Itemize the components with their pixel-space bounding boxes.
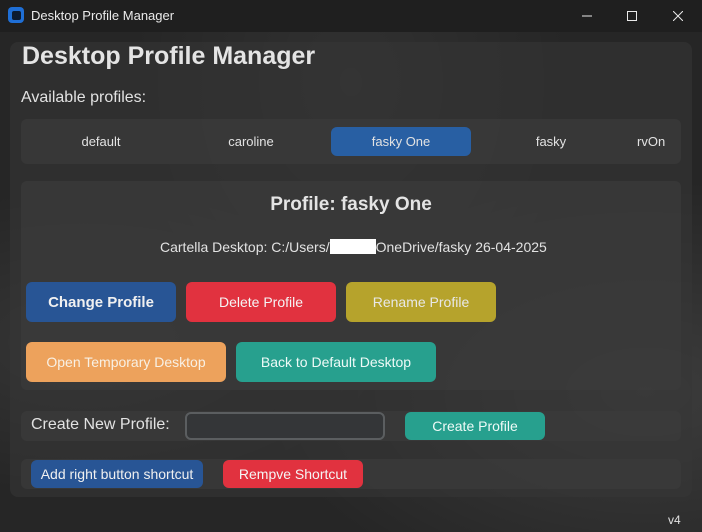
tab-label: fasky One bbox=[371, 134, 431, 149]
delete-profile-button[interactable]: Delete Profile bbox=[186, 282, 336, 322]
profile-heading: Profile: fasky One bbox=[270, 194, 432, 215]
tab-profile-default[interactable]: default bbox=[31, 127, 171, 156]
back-to-default-desktop-button[interactable]: Back to Default Desktop bbox=[236, 342, 436, 382]
tab-label: default bbox=[81, 134, 121, 149]
rename-profile-button[interactable]: Rename Profile bbox=[346, 282, 496, 322]
page-title: Desktop Profile Manager bbox=[22, 42, 316, 70]
create-profile-button[interactable]: Create Profile bbox=[405, 412, 545, 440]
desktop-path-prefix: Cartella Desktop: C:/Users/ bbox=[160, 239, 330, 255]
minimize-button[interactable] bbox=[564, 0, 610, 32]
version-label: v4 bbox=[668, 513, 681, 527]
remove-shortcut-button[interactable]: Rempve Shortcut bbox=[223, 460, 363, 488]
minimize-icon bbox=[582, 15, 592, 17]
desktop-path-suffix: OneDrive/fasky 26-04-2025 bbox=[375, 239, 547, 255]
tab-profile-fasky[interactable]: fasky bbox=[481, 127, 621, 156]
tab-profile-fasky-one[interactable]: fasky One bbox=[331, 127, 471, 156]
maximize-icon bbox=[627, 11, 637, 21]
available-profiles-label: Available profiles: bbox=[21, 89, 147, 106]
maximize-button[interactable] bbox=[609, 0, 655, 32]
change-profile-button[interactable]: Change Profile bbox=[26, 282, 176, 322]
close-button[interactable] bbox=[655, 0, 701, 32]
open-temporary-desktop-button[interactable]: Open Temporary Desktop bbox=[26, 342, 226, 382]
tab-profile-caroline[interactable]: caroline bbox=[181, 127, 321, 156]
tab-label: fasky bbox=[535, 134, 567, 149]
profile-tabs: default caroline fasky One fasky rvOn bbox=[21, 119, 681, 164]
add-shortcut-button[interactable]: Add right button shortcut bbox=[31, 460, 203, 488]
desktop-path: Cartella Desktop: C:/Users/OneDrive/fask… bbox=[160, 239, 547, 255]
tab-label: caroline bbox=[228, 134, 274, 149]
new-profile-name-input[interactable] bbox=[185, 412, 385, 440]
close-icon bbox=[673, 11, 683, 21]
app-client-area: Desktop Profile Manager Available profil… bbox=[0, 32, 702, 532]
app-icon bbox=[8, 7, 24, 23]
tab-profile-overflow[interactable]: rvOn bbox=[637, 127, 681, 156]
redacted-username bbox=[329, 239, 376, 254]
create-profile-label: Create New Profile: bbox=[31, 416, 170, 433]
title-bar: Desktop Profile Manager bbox=[0, 0, 702, 32]
tab-label: rvOn bbox=[637, 134, 666, 149]
window-title: Desktop Profile Manager bbox=[31, 8, 175, 23]
